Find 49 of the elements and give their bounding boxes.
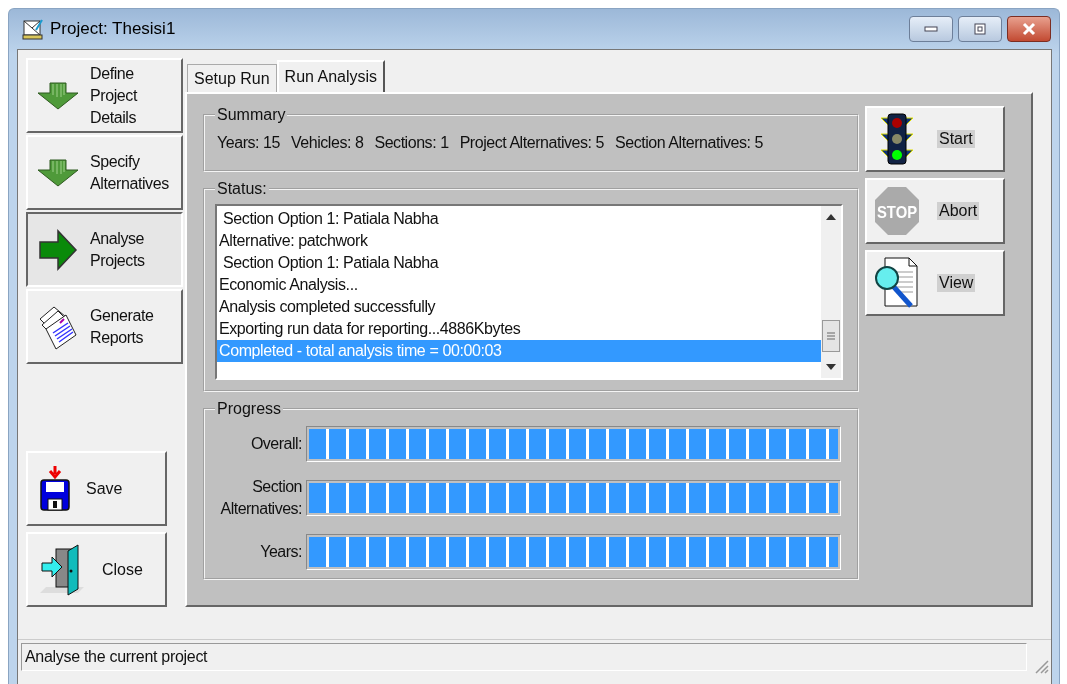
progress-label: Years: bbox=[259, 542, 302, 562]
status-line[interactable]: Economic Analysis... bbox=[217, 274, 821, 296]
progress-label: Section Alternatives: bbox=[219, 477, 302, 519]
scroll-thumb[interactable] bbox=[822, 320, 840, 352]
status-bar-text: Analyse the current project bbox=[21, 643, 1027, 671]
abort-button[interactable]: STOP Abort bbox=[865, 178, 1005, 244]
sidebar-item[interactable]: Define Project Details bbox=[26, 58, 183, 133]
minimize-button[interactable] bbox=[909, 16, 953, 42]
sidebar-item[interactable]: Analyse Projects bbox=[26, 212, 183, 287]
status-line[interactable]: Section Option 1: Patiala Nabha bbox=[217, 208, 821, 230]
floppy-disk-icon bbox=[38, 463, 72, 514]
status-line[interactable]: Alternative: patchwork bbox=[217, 230, 821, 252]
maximize-icon bbox=[973, 23, 987, 35]
window-title: Project: Thesisi1 bbox=[50, 19, 176, 39]
start-button[interactable]: Start bbox=[865, 106, 1005, 172]
down-arrow-icon bbox=[36, 80, 80, 111]
status-line[interactable]: Exporting run data for reporting...4886Kbytes bbox=[217, 318, 821, 340]
close-button[interactable] bbox=[1007, 16, 1051, 42]
down-arrow-icon bbox=[36, 157, 80, 188]
tab[interactable]: Setup Run bbox=[187, 64, 277, 92]
document-magnifier-icon bbox=[873, 256, 921, 310]
summary-item: Project Alternatives: 5 bbox=[459, 134, 605, 152]
save-button[interactable]: Save bbox=[26, 451, 167, 526]
close-button[interactable]: Close bbox=[26, 532, 167, 607]
view-button[interactable]: View bbox=[865, 250, 1005, 316]
minimize-icon bbox=[924, 26, 938, 32]
progress-label: Overall: bbox=[249, 434, 302, 454]
summary-item: Section Alternatives: 5 bbox=[615, 134, 763, 152]
sidebar-item[interactable]: Specify Alternatives bbox=[26, 135, 183, 210]
status-line[interactable]: Section Option 1: Patiala Nabha bbox=[217, 252, 821, 274]
group-title: Progress bbox=[216, 400, 283, 418]
summary-item: Vehicles: 8 bbox=[290, 134, 364, 152]
close-icon bbox=[1021, 22, 1037, 36]
resize-grip-icon[interactable] bbox=[1033, 658, 1049, 674]
right-arrow-icon bbox=[36, 227, 80, 272]
sidebar-item[interactable]: Generate Reports bbox=[26, 289, 183, 364]
summary-item: Years: 15 bbox=[217, 134, 280, 152]
maximize-button[interactable] bbox=[958, 16, 1002, 42]
project-icon bbox=[22, 18, 44, 40]
tab[interactable]: Run Analysis bbox=[276, 60, 386, 92]
scroll-down-icon[interactable] bbox=[826, 364, 836, 370]
status-line[interactable]: Analysis completed successfully bbox=[217, 296, 821, 318]
group-title: Summary bbox=[216, 106, 287, 124]
group-title: Status: bbox=[216, 180, 268, 198]
status-list[interactable] bbox=[215, 204, 843, 380]
scrollbar[interactable] bbox=[821, 206, 841, 378]
stop-sign-icon: STOP bbox=[873, 185, 921, 237]
scroll-up-icon[interactable] bbox=[826, 214, 836, 220]
summary-item: Sections: 1 bbox=[374, 134, 449, 152]
